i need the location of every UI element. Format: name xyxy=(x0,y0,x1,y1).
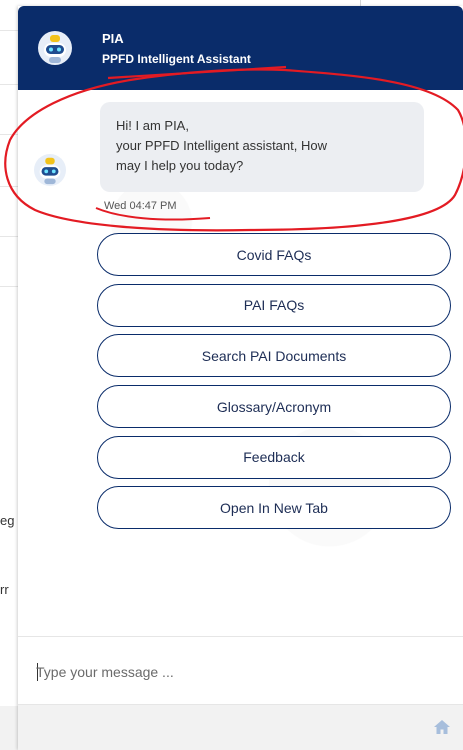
bot-avatar-icon xyxy=(38,31,72,65)
background-row-divider xyxy=(0,134,18,135)
covid-faqs-button[interactable]: Covid FAQs xyxy=(97,233,451,276)
chat-subtitle: PPFD Intelligent Assistant xyxy=(102,52,251,66)
chat-footer xyxy=(18,704,463,750)
bot-message-avatar-icon xyxy=(34,154,66,186)
search-pai-documents-button[interactable]: Search PAI Documents xyxy=(97,334,451,378)
open-in-new-tab-button[interactable]: Open In New Tab xyxy=(97,486,451,530)
background-row-divider xyxy=(0,30,18,31)
bot-message-line: your PPFD Intelligent assistant, How xyxy=(116,138,327,153)
background-text: rr xyxy=(0,582,9,597)
bot-message-bubble: Hi! I am PIA, your PPFD Intelligent assi… xyxy=(100,102,424,192)
bot-message-line: may I help you today? xyxy=(116,158,244,173)
pai-faqs-button[interactable]: PAI FAQs xyxy=(97,283,451,327)
message-composer xyxy=(18,636,463,704)
feedback-button[interactable]: Feedback xyxy=(97,435,451,479)
message-timestamp: Wed 04:47 PM xyxy=(104,200,177,212)
background-row-divider xyxy=(0,186,18,187)
background-row-divider xyxy=(0,286,18,287)
background-row-divider xyxy=(0,84,18,85)
background-text: eg xyxy=(0,513,15,528)
quick-reply-options: Covid FAQs PAI FAQs Search PAI Documents… xyxy=(97,233,451,537)
background-row-divider xyxy=(0,236,18,237)
chat-widget: PIA PPFD Intelligent Assistant Hi! I am … xyxy=(18,6,463,750)
glossary-acronym-button[interactable]: Glossary/Acronym xyxy=(97,385,451,429)
chat-title: PIA xyxy=(102,31,124,46)
bot-message-line: Hi! I am PIA, xyxy=(116,118,189,133)
home-icon[interactable] xyxy=(433,719,451,735)
chat-header: PIA PPFD Intelligent Assistant xyxy=(18,6,463,90)
message-input[interactable] xyxy=(36,661,436,683)
